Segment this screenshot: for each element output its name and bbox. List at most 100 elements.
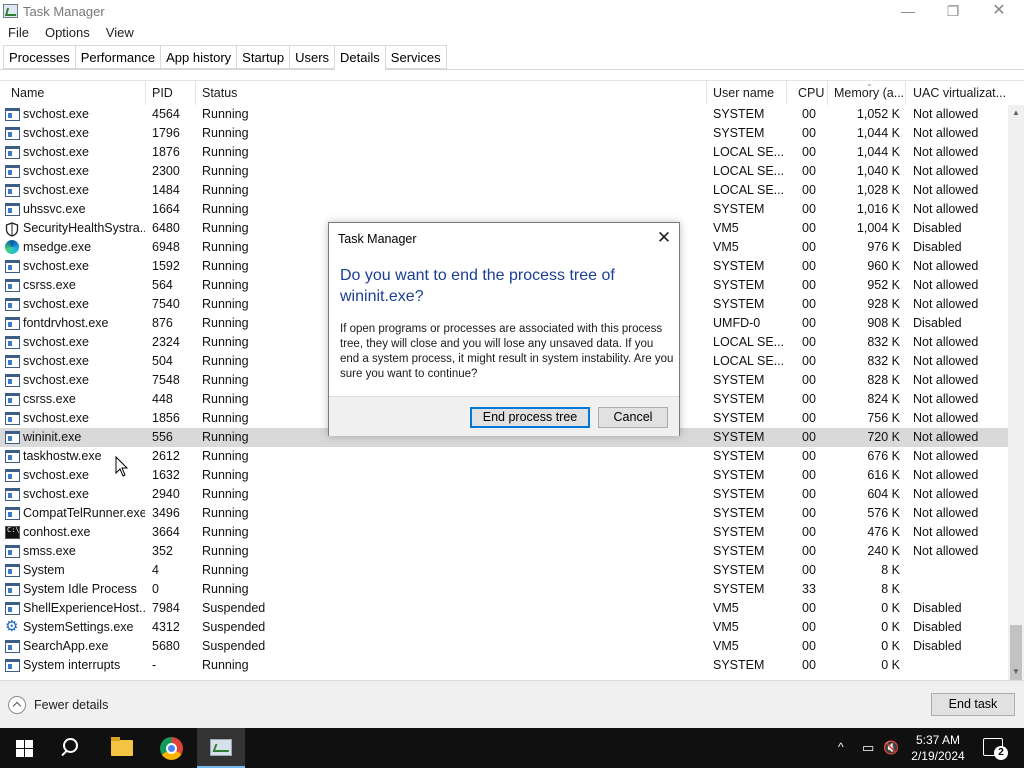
process-user: VM5 [713, 221, 739, 235]
start-button[interactable] [0, 728, 48, 768]
column-header-status[interactable]: Status [198, 81, 707, 105]
process-status: Running [202, 468, 249, 482]
vertical-scrollbar[interactable]: ▲ ▼ [1008, 105, 1024, 762]
process-window-icon [5, 260, 20, 273]
process-name: System [23, 563, 65, 577]
tab-users[interactable]: Users [289, 45, 335, 69]
sort-descending-icon: ⌄ [866, 79, 873, 88]
process-status: Running [202, 658, 249, 672]
table-row[interactable]: ⚙ SystemSettings.exe 4312 Suspended VM5 00 0 K… [0, 618, 1008, 637]
process-memory: 928 K [867, 297, 900, 311]
edge-icon [5, 240, 19, 254]
table-row[interactable]: System Idle Process 0 Running SYSTEM 33 8 K [0, 580, 1008, 599]
notification-count-badge: 2 [994, 746, 1008, 760]
tab-processes[interactable]: Processes [3, 45, 75, 69]
process-pid: - [152, 658, 157, 672]
process-cpu: 00 [802, 525, 816, 539]
fewer-details-button[interactable]: Fewer details [8, 694, 108, 716]
column-header-name[interactable]: Name [7, 81, 146, 105]
table-row[interactable]: svchost.exe 1796 Running SYSTEM 00 1,044 K Not… [0, 124, 1008, 143]
table-row[interactable]: smss.exe 352 Running SYSTEM 00 240 K Not allow… [0, 542, 1008, 561]
search-button[interactable] [48, 728, 96, 768]
process-uac: Not allowed [913, 259, 979, 273]
network-icon[interactable]: ▭ [862, 740, 874, 756]
process-pid: 556 [152, 430, 173, 444]
process-name: System interrupts [23, 658, 121, 672]
table-row[interactable]: CompatTelRunner.exe 3496 Running SYSTEM 00 57… [0, 504, 1008, 523]
menu-options[interactable]: Options [37, 23, 98, 43]
chrome-button[interactable] [148, 728, 196, 768]
task-manager-taskbar-button[interactable] [197, 728, 245, 768]
column-header-cpu[interactable]: CPU [794, 81, 828, 105]
table-row[interactable]: svchost.exe 1632 Running SYSTEM 00 616 K Not a… [0, 466, 1008, 485]
table-row[interactable]: uhssvc.exe 1664 Running SYSTEM 00 1,016 K Not … [0, 200, 1008, 219]
volume-muted-icon[interactable]: 🔇 [883, 740, 899, 756]
process-pid: 4312 [152, 620, 180, 634]
process-name: System Idle Process [23, 582, 137, 596]
column-header-user-name[interactable]: User name [709, 81, 787, 105]
process-window-icon [5, 564, 20, 577]
process-user: SYSTEM [713, 373, 765, 387]
table-row[interactable]: svchost.exe 1876 Running LOCAL SE... 00 1,044… [0, 143, 1008, 162]
end-process-tree-button[interactable]: End process tree [470, 407, 590, 428]
cancel-button[interactable]: Cancel [598, 407, 668, 428]
table-row[interactable]: svchost.exe 4564 Running SYSTEM 00 1,052 K Not… [0, 105, 1008, 124]
process-cpu: 00 [802, 240, 816, 254]
process-user: SYSTEM [713, 126, 765, 140]
maximize-button[interactable]: ❐ [930, 0, 976, 24]
process-uac: Not allowed [913, 278, 979, 292]
tab-performance[interactable]: Performance [74, 45, 161, 69]
process-user: LOCAL SE... [713, 335, 785, 349]
tab-app-history[interactable]: App history [160, 45, 237, 69]
process-memory: 476 K [867, 525, 900, 539]
dialog-close-icon[interactable]: ✕ [653, 227, 675, 249]
process-window-icon [5, 184, 20, 197]
column-header-pid[interactable]: PID [148, 81, 196, 105]
process-memory: 1,028 K [856, 183, 900, 197]
process-window-icon [5, 146, 20, 159]
table-row[interactable]: svchost.exe 2940 Running SYSTEM 00 604 K Not a… [0, 485, 1008, 504]
process-pid: 7984 [152, 601, 180, 615]
process-pid: 2940 [152, 487, 180, 501]
process-window-icon [5, 450, 20, 463]
table-row[interactable]: svchost.exe 2300 Running LOCAL SE... 00 1,040… [0, 162, 1008, 181]
table-row[interactable]: System interrupts - Running SYSTEM 00 0 K [0, 656, 1008, 675]
process-pid: 7548 [152, 373, 180, 387]
process-name: svchost.exe [23, 126, 90, 140]
process-user: SYSTEM [713, 658, 765, 672]
show-hidden-icons-chevron-icon[interactable]: ^ [838, 740, 844, 754]
table-row[interactable]: ShellExperienceHost.... 7984 Suspended VM5 0… [0, 599, 1008, 618]
tab-details[interactable]: Details [334, 45, 385, 70]
file-explorer-button[interactable] [98, 728, 146, 768]
end-task-button[interactable]: End task [931, 693, 1015, 716]
menu-view[interactable]: View [98, 23, 142, 43]
tab-services[interactable]: Services [384, 45, 447, 69]
process-memory: 1,044 K [856, 145, 900, 159]
process-status: Running [202, 411, 249, 425]
table-row[interactable]: conhost.exe 3664 Running SYSTEM 00 476 K Not a… [0, 523, 1008, 542]
clock[interactable]: 5:37 AM 2/19/2024 [900, 732, 976, 764]
table-row[interactable]: System 4 Running SYSTEM 00 8 K [0, 561, 1008, 580]
process-cpu: 00 [802, 449, 816, 463]
table-row[interactable]: SearchApp.exe 5680 Suspended VM5 00 0 K Disabl… [0, 637, 1008, 656]
scroll-up-arrow-icon[interactable]: ▲ [1008, 105, 1024, 121]
scroll-down-arrow-icon[interactable]: ▼ [1008, 664, 1024, 680]
process-window-icon [5, 507, 20, 520]
minimize-button[interactable]: — [885, 0, 931, 24]
process-window-icon [5, 108, 20, 121]
table-row[interactable]: svchost.exe 1484 Running LOCAL SE... 00 1,028… [0, 181, 1008, 200]
table-row[interactable]: taskhostw.exe 2612 Running SYSTEM 00 676 K Not… [0, 447, 1008, 466]
process-pid: 2324 [152, 335, 180, 349]
menu-file[interactable]: File [0, 23, 37, 43]
process-status: Running [202, 183, 249, 197]
process-status: Running [202, 145, 249, 159]
process-user: SYSTEM [713, 506, 765, 520]
process-window-icon [5, 469, 20, 482]
fewer-details-label: Fewer details [34, 698, 109, 712]
process-cpu: 00 [802, 487, 816, 501]
tab-startup[interactable]: Startup [236, 45, 290, 69]
close-window-button[interactable]: ✕ [976, 0, 1022, 24]
column-header-uac-virtualization[interactable]: UAC virtualizat... [909, 81, 1008, 105]
process-pid: 1796 [152, 126, 180, 140]
process-uac: Not allowed [913, 107, 979, 121]
